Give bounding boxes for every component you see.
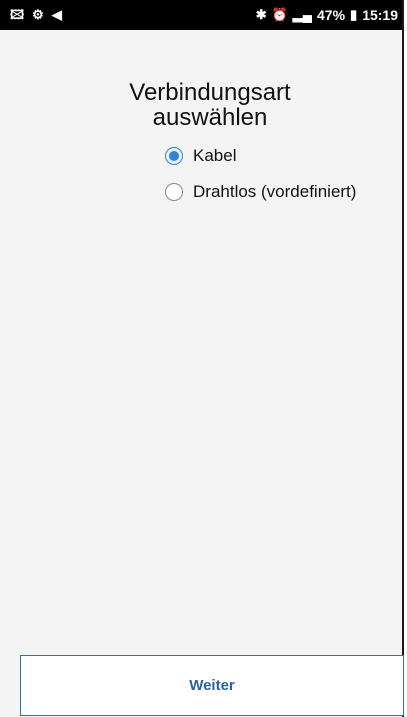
send-icon: ◀: [51, 7, 62, 22]
data-saver-icon: ⚙: [32, 7, 44, 22]
clock: 15:19: [362, 7, 398, 23]
title-line-1: Verbindungsart: [129, 79, 291, 106]
image-icon: 🖾: [10, 7, 25, 22]
status-right-icons: ✱ ⏰ ▂▄ 47% ▮ 15:19: [256, 7, 398, 23]
alarm-icon: ⏰: [271, 7, 288, 22]
page-title: Verbindungsart auswählen: [0, 80, 407, 130]
option-label: Kabel: [193, 146, 237, 165]
option-label: Drahtlos (vordefiniert): [193, 182, 357, 201]
radio-button-selected[interactable]: [165, 147, 183, 165]
bluetooth-icon: ✱: [255, 7, 267, 22]
option-kabel[interactable]: Kabel: [165, 138, 356, 174]
app-screen: 🖾 ⚙ ◀ ✱ ⏰ ▂▄ 47% ▮ 15:19 Verbindungsart …: [0, 0, 404, 717]
connection-type-options: Kabel Drahtlos (vordefiniert): [165, 138, 356, 210]
next-button[interactable]: Weiter: [20, 655, 404, 716]
title-line-2: auswählen: [152, 104, 268, 131]
signal-icon: ▂▄: [292, 7, 312, 22]
next-button-label: Weiter: [189, 677, 235, 694]
status-bar: 🖾 ⚙ ◀ ✱ ⏰ ▂▄ 47% ▮ 15:19: [0, 0, 402, 30]
battery-percent: 47%: [317, 7, 346, 23]
radio-button[interactable]: [165, 183, 183, 201]
option-drahtlos[interactable]: Drahtlos (vordefiniert): [165, 174, 356, 210]
battery-icon: ▮: [350, 7, 358, 22]
status-left-icons: 🖾 ⚙ ◀: [10, 7, 62, 23]
